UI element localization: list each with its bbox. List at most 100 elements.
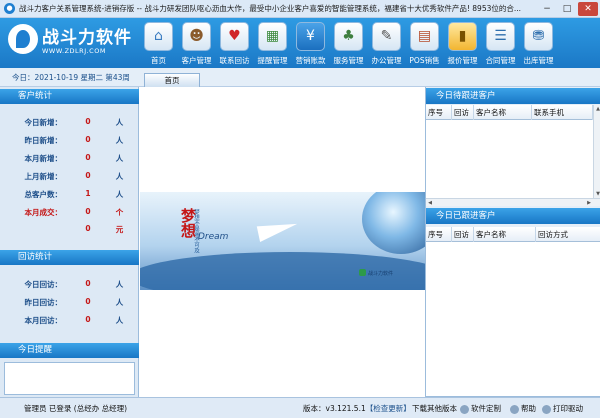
stat-label: 昨日新增： [24, 136, 63, 145]
toolbar-office[interactable]: ✎ 办公管理 [368, 18, 405, 68]
toolbar-contract[interactable]: ☰ 合同管理 [482, 18, 519, 68]
help-link[interactable]: 帮助 [510, 403, 536, 414]
toolbar-reminder[interactable]: ▦ 提醒管理 [254, 18, 291, 68]
logo-title: 战斗力软件 [42, 28, 132, 48]
service-icon: ♣ [334, 22, 363, 51]
download-other-link[interactable]: 下载其他版本 [412, 403, 457, 414]
stat-row: 0 元 [0, 224, 139, 238]
visit-stats-header: 回访统计 [0, 250, 139, 265]
stat-unit: 元 [115, 225, 124, 234]
scroll-right-icon[interactable]: ▶ [585, 199, 593, 207]
pending-followup-grid[interactable]: 序号 回访 客户名称 联系手机 ▲ ▼ ◀ ▶ [426, 105, 600, 206]
stat-unit: 人 [115, 172, 124, 181]
column-header[interactable]: 客户名称 [474, 105, 532, 120]
check-update-link[interactable]: 【检查更新】 [366, 404, 411, 413]
stat-label: 本月成交： [24, 208, 63, 217]
stat-label: 今日回访： [24, 280, 63, 289]
stat-value: 0 [85, 297, 91, 306]
printer-icon [542, 404, 551, 414]
stat-value: 0 [85, 279, 91, 288]
banner-brand: 战斗力软件 [368, 271, 394, 277]
toolbar-quote[interactable]: ▮ 报价管理 [444, 18, 481, 68]
toolbar-pos[interactable]: ▤ POS销售 [406, 18, 443, 68]
minimize-button[interactable]: − [538, 2, 556, 16]
stat-unit: 人 [115, 118, 124, 127]
tab-home[interactable]: 首页 [144, 73, 200, 87]
vertical-scrollbar[interactable]: ▲ ▼ [593, 105, 600, 198]
horizontal-scrollbar[interactable]: ◀ ▶ [426, 198, 600, 206]
column-header[interactable]: 客户名称 [474, 227, 536, 242]
banner-slogan: 梦想不是遥不可及 [193, 209, 199, 253]
done-followup-header: 今日已跟进客户 [426, 208, 600, 224]
right-panel: 今日待跟进客户 序号 回访 客户名称 联系手机 ▲ ▼ ◀ ▶ 今日已跟进客户 … [425, 87, 600, 397]
stat-row: 本月成交： 0 个 [0, 207, 139, 221]
scroll-up-icon[interactable]: ▲ [594, 105, 600, 113]
help-label: 帮助 [521, 404, 536, 413]
banner-planet [362, 192, 425, 254]
stat-value: 0 [85, 117, 91, 126]
grid-header: 序号 回访 客户名称 回访方式 [426, 227, 600, 242]
print-driver-link[interactable]: 打印驱动 [542, 403, 583, 414]
window-title: 战斗力客户关系管理系统-进销存版 -- 战斗力研发团队呕心沥血大作，最受中小企业… [19, 4, 522, 13]
reminder-list[interactable] [4, 362, 135, 395]
stat-label: 总客户数： [24, 190, 63, 199]
home-icon: ⌂ [144, 22, 173, 51]
login-status: 管理员 已登录 (总经办 总经理) [24, 404, 128, 413]
toolbar-accounts[interactable]: ¥ 营销账款 [292, 18, 329, 68]
stat-row: 上月新增： 0 人 [0, 171, 139, 185]
date-bar: 今日：2021-10-19 星期二 第43周 首页 [0, 68, 600, 87]
stat-label: 昨日回访： [24, 298, 63, 307]
toolbar-outbound[interactable]: ⛃ 出库管理 [520, 18, 557, 68]
scroll-left-icon[interactable]: ◀ [426, 199, 434, 207]
stat-value: 0 [85, 171, 91, 180]
header: 战斗力软件 WWW.ZDLRJ.COM ⌂ 首页 ☻ 客户管理 ♥ 联系回访 ▦… [0, 18, 600, 68]
logo-mark-icon [8, 24, 38, 54]
column-header[interactable]: 序号 [426, 105, 452, 120]
scroll-down-icon[interactable]: ▼ [594, 190, 600, 198]
customer-stats-header: 客户统计 [0, 89, 139, 104]
toolbar-label: 出库管理 [523, 56, 554, 65]
custom-link[interactable]: 软件定制 [460, 403, 501, 414]
stat-unit: 人 [115, 280, 124, 289]
app-icon: ● [4, 3, 15, 14]
quote-icon: ▮ [448, 22, 477, 51]
status-bar: 管理员 已登录 (总经办 总经理) 版本：v3.121.5.1【检查更新】 下载… [0, 397, 600, 418]
stat-label: 上月新增： [24, 172, 63, 181]
stat-value: 0 [85, 224, 91, 233]
toolbar-customer[interactable]: ☻ 客户管理 [178, 18, 215, 68]
main-toolbar: ⌂ 首页 ☻ 客户管理 ♥ 联系回访 ▦ 提醒管理 ¥ 营销账款 ♣ 服务管理 [140, 18, 600, 68]
done-followup-grid[interactable]: 序号 回访 客户名称 回访方式 [426, 227, 600, 397]
custom-label: 软件定制 [471, 404, 501, 413]
stat-row: 本月新增： 0 人 [0, 153, 139, 167]
stat-unit: 人 [115, 316, 124, 325]
stat-value: 1 [85, 189, 91, 198]
toolbar-home[interactable]: ⌂ 首页 [140, 18, 177, 68]
stat-row: 昨日回访： 0 人 [0, 297, 139, 311]
column-header[interactable]: 回访 [452, 227, 474, 242]
stat-row: 总客户数： 1 人 [0, 189, 139, 203]
pending-followup-header: 今日待跟进客户 [426, 88, 600, 104]
title-bar: ● 战斗力客户关系管理系统-进销存版 -- 战斗力研发团队呕心沥血大作，最受中小… [0, 0, 600, 18]
stat-unit: 人 [115, 136, 124, 145]
maximize-button[interactable]: □ [558, 2, 576, 16]
column-header[interactable]: 联系手机 [532, 105, 593, 120]
stat-label: 本月新增： [24, 154, 63, 163]
toolbar-visit[interactable]: ♥ 联系回访 [216, 18, 253, 68]
close-button[interactable]: ✕ [578, 2, 598, 16]
column-header[interactable]: 序号 [426, 227, 452, 242]
column-header[interactable]: 回访 [452, 105, 474, 120]
print-driver-label: 打印驱动 [553, 404, 583, 413]
contract-icon: ☰ [486, 22, 515, 51]
outbound-icon: ⛃ [524, 22, 553, 51]
reminder-icon: ▦ [258, 22, 287, 51]
stat-row: 昨日新增： 0 人 [0, 135, 139, 149]
dream-banner: 梦想 梦想不是遥不可及 Dream 战斗力软件 [140, 192, 425, 290]
logo-url: WWW.ZDLRJ.COM [42, 47, 106, 55]
current-date: 今日：2021-10-19 星期二 第43周 [12, 73, 130, 82]
column-header[interactable]: 回访方式 [536, 227, 600, 242]
stat-row: 本月回访： 0 人 [0, 315, 139, 329]
reminder-header: 今日提醒 [0, 343, 139, 358]
toolbar-service[interactable]: ♣ 服务管理 [330, 18, 367, 68]
yen-icon: ¥ [296, 22, 325, 51]
stat-unit: 人 [115, 154, 124, 163]
